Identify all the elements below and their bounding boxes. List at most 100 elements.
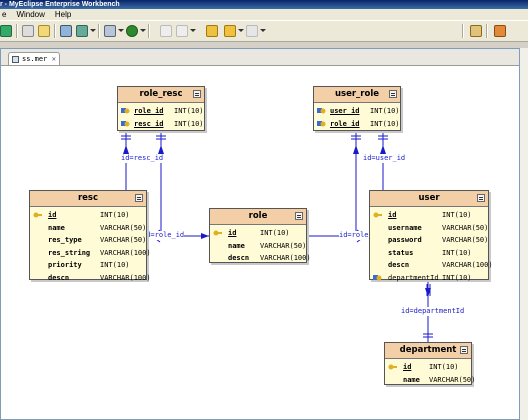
forward-arrow-icon[interactable] [246, 25, 258, 37]
column-row[interactable]: name VARCHAR(50) [30, 222, 146, 235]
entity-title: resc [77, 193, 99, 203]
column-row[interactable]: name VARCHAR(50) [210, 240, 306, 253]
back-arrow-icon[interactable] [206, 25, 218, 37]
close-icon[interactable]: ✕ [52, 53, 56, 66]
editor-tab[interactable]: ss.mer ✕ [8, 52, 60, 65]
entity-header[interactable]: user [370, 191, 488, 207]
column-type: INT(10) [442, 248, 472, 257]
tool-icon[interactable] [176, 25, 188, 37]
entity-header[interactable]: role [210, 209, 306, 225]
column-name: status [388, 248, 414, 257]
column-row[interactable]: priority INT(10) [30, 259, 146, 272]
entity-title: user [418, 193, 440, 203]
entity-header[interactable]: resc [30, 191, 146, 207]
column-row[interactable]: name VARCHAR(50) [385, 374, 475, 387]
primary-key-icon [388, 364, 397, 370]
column-type: INT(10) [442, 273, 472, 282]
entity-title: user_role [334, 89, 380, 99]
column-row[interactable]: id INT(10) [210, 227, 306, 240]
column-row[interactable]: id INT(10) [30, 209, 146, 222]
collapse-icon[interactable] [389, 90, 397, 98]
column-name: res_type [48, 236, 82, 244]
tool-dropdown-icon[interactable] [190, 29, 196, 32]
column-type: INT(10) [100, 211, 130, 219]
search-icon[interactable] [160, 25, 172, 37]
entity-role-resc[interactable]: role_resc role_id INT(10) resc_id INT(10… [117, 86, 205, 131]
column-row[interactable]: password VARCHAR(50) [370, 234, 488, 247]
back-dropdown-icon[interactable] [238, 29, 244, 32]
column-row[interactable]: id INT(10) [385, 361, 471, 374]
new-icon[interactable] [0, 25, 12, 37]
entity-header[interactable]: user_role [314, 87, 400, 103]
column-row[interactable]: id INT(10) [370, 209, 488, 222]
collapse-icon[interactable] [193, 90, 201, 98]
primary-key-icon [373, 212, 382, 218]
column-name: role_id [134, 107, 164, 115]
column-row[interactable]: status INT(10) [370, 247, 488, 260]
window-title-bar: r - MyEclipse Enterprise Workbench [0, 0, 528, 9]
perspective-icon[interactable] [470, 25, 482, 37]
column-name: name [403, 375, 420, 384]
foreign-key-icon [373, 274, 382, 280]
column-name: resc_id [134, 119, 164, 128]
column-row[interactable]: res_type VARCHAR(50) [30, 234, 146, 247]
vertical-scrollbar[interactable] [520, 48, 528, 420]
toolbar-separator [486, 24, 488, 38]
column-type: VARCHAR(50) [429, 375, 476, 384]
menu-item-window[interactable]: Window [16, 10, 44, 19]
relationship-label: id=resc_id [121, 154, 164, 163]
column-row[interactable]: resc_id INT(10) [118, 118, 204, 131]
column-row[interactable]: descn VARCHAR(100) [210, 252, 311, 265]
entity-user-role[interactable]: user_role user_id INT(10) role_id INT(10… [313, 86, 401, 131]
column-row[interactable]: departmentId INT(10) [370, 272, 488, 285]
column-row[interactable]: username VARCHAR(50) [370, 222, 488, 235]
column-name: res_string [48, 248, 91, 257]
server-dropdown-icon[interactable] [90, 29, 96, 32]
column-row[interactable]: descn VARCHAR(100) [370, 259, 493, 272]
column-row[interactable]: descn VARCHAR(100) [30, 272, 151, 285]
entity-resc[interactable]: resc id INT(10) name VARCHAR(50) res_typ… [29, 190, 151, 282]
relationship-label: id=user_id [363, 154, 406, 163]
column-name: username [388, 223, 422, 232]
column-row[interactable]: res_string VARCHAR(100) [30, 247, 151, 260]
open-folder-icon[interactable] [38, 25, 50, 37]
column-row[interactable]: role_id INT(10) [314, 118, 400, 131]
browser-dropdown-icon[interactable] [118, 29, 124, 32]
save-icon[interactable] [22, 25, 34, 37]
entity-header[interactable]: department [385, 343, 471, 359]
column-name: id [403, 363, 412, 371]
entity-header[interactable]: role_resc [118, 87, 204, 103]
column-type: VARCHAR(100) [100, 273, 151, 282]
collapse-icon[interactable] [295, 212, 303, 220]
collapse-icon[interactable] [477, 194, 485, 202]
column-row[interactable]: role_id INT(10) [118, 105, 204, 118]
column-row[interactable]: user_id INT(10) [314, 105, 400, 118]
column-type: VARCHAR(50) [260, 241, 307, 250]
myeclipse-perspective-icon[interactable] [494, 25, 506, 37]
menu-item-help[interactable]: Help [55, 10, 71, 19]
foreign-key-icon [317, 120, 326, 126]
column-name: departmentId [388, 273, 439, 282]
primary-key-icon [33, 212, 42, 218]
forward-dropdown-icon[interactable] [260, 29, 266, 32]
collapse-icon[interactable] [135, 194, 143, 202]
run-icon[interactable] [126, 25, 138, 37]
column-name: id [388, 211, 397, 219]
menu-item-file[interactable]: e [2, 10, 6, 19]
browser-icon[interactable] [104, 25, 116, 37]
entity-department[interactable]: department id INT(10) name VARCHAR(50) [384, 342, 475, 387]
collapse-icon[interactable] [460, 346, 468, 354]
server-icon[interactable] [76, 25, 88, 37]
column-type: INT(10) [442, 211, 472, 219]
column-name: descn [388, 261, 410, 269]
print-icon[interactable] [60, 25, 72, 37]
entity-title: department [399, 345, 457, 355]
run-dropdown-icon[interactable] [140, 29, 146, 32]
relationship-label: id=departmentId [401, 307, 465, 316]
window-title: r - MyEclipse Enterprise Workbench [0, 1, 120, 8]
entity-user[interactable]: user id INT(10) username VARCHAR(50) pas… [369, 190, 493, 282]
entity-role[interactable]: role id INT(10) name VARCHAR(50) descn V… [209, 208, 311, 265]
back-history-icon[interactable] [224, 25, 236, 37]
column-type: INT(10) [174, 107, 204, 115]
column-type: VARCHAR(100) [100, 248, 151, 257]
